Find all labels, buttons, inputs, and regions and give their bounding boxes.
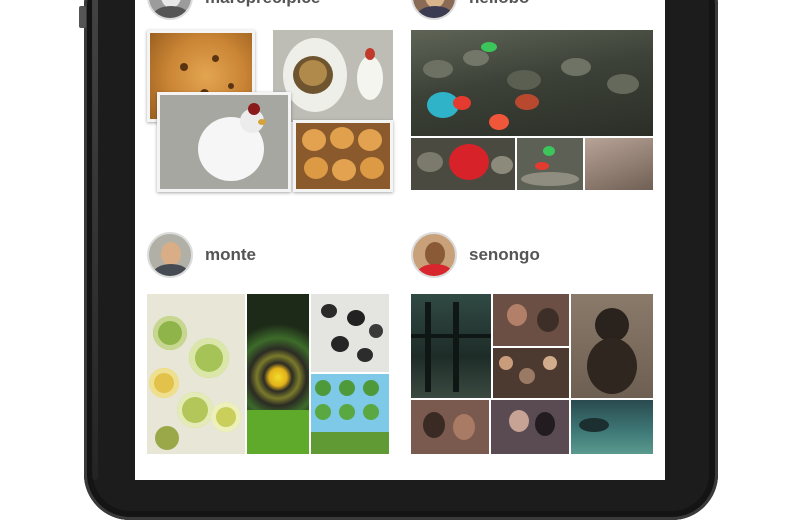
user-card-header: marcprecipice <box>147 0 393 20</box>
photo-collage <box>147 294 389 454</box>
user-card-2[interactable]: hellobo <box>411 0 653 196</box>
username-label[interactable]: monte <box>205 245 256 265</box>
photo-thumbnail[interactable] <box>411 138 515 190</box>
photo-thumbnail[interactable] <box>491 400 569 454</box>
photo-thumbnail[interactable] <box>493 348 569 398</box>
user-card-3[interactable]: monte <box>147 232 393 462</box>
photo-collage <box>147 30 393 192</box>
photo-thumbnail[interactable] <box>411 400 489 454</box>
user-avatar[interactable] <box>411 0 457 20</box>
photo-thumbnail[interactable] <box>571 400 653 454</box>
photo-thumbnail[interactable] <box>411 294 491 398</box>
photo-collage <box>411 30 653 190</box>
photo-thumbnail[interactable] <box>157 92 291 192</box>
user-card-4[interactable]: senongo <box>411 232 653 462</box>
photo-thumbnail[interactable] <box>273 30 393 122</box>
app-screen: marcprecipice <box>135 0 665 480</box>
user-avatar[interactable] <box>411 232 457 278</box>
photo-thumbnail[interactable] <box>293 120 393 192</box>
username-label[interactable]: hellobo <box>469 0 529 8</box>
photo-thumbnail[interactable] <box>147 294 245 454</box>
photo-thumbnail[interactable] <box>311 294 389 372</box>
photo-thumbnail[interactable] <box>493 294 569 346</box>
username-label[interactable]: marcprecipice <box>205 0 320 8</box>
photo-thumbnail[interactable] <box>411 30 653 136</box>
user-card-1[interactable]: marcprecipice <box>147 0 393 196</box>
photo-collage <box>411 294 653 454</box>
user-avatar[interactable] <box>147 232 193 278</box>
username-label[interactable]: senongo <box>469 245 540 265</box>
user-card-header: monte <box>147 232 393 278</box>
user-card-header: senongo <box>411 232 653 278</box>
photo-thumbnail[interactable] <box>311 374 389 454</box>
photo-thumbnail[interactable] <box>247 294 309 454</box>
photo-thumbnail[interactable] <box>517 138 583 190</box>
tablet-edge-highlight <box>92 0 98 480</box>
photo-thumbnail[interactable] <box>571 294 653 398</box>
photo-thumbnail[interactable] <box>585 138 653 190</box>
tablet-side-button <box>79 6 86 28</box>
user-card-header: hellobo <box>411 0 653 20</box>
user-avatar[interactable] <box>147 0 193 20</box>
